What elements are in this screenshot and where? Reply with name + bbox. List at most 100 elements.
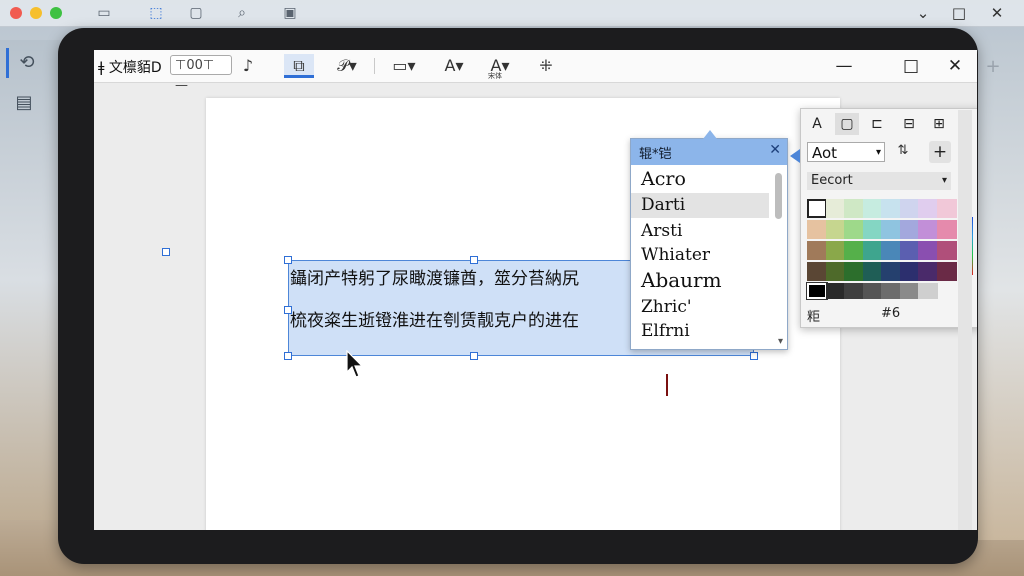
search-icon[interactable]: ⌕	[234, 5, 250, 21]
font-option[interactable]: Elfrni	[631, 319, 769, 344]
display-icon[interactable]: ▭▾	[386, 54, 422, 78]
font-option[interactable]: Arsti	[631, 219, 769, 244]
gray-swatch[interactable]	[862, 283, 883, 299]
zoom-dot[interactable]	[50, 7, 62, 19]
gray-swatch[interactable]	[806, 282, 828, 300]
color-panel: A ▢ ⊏ ⊟ ⊞ ✕ Aot▾ ⇅ + ▾ Eecort▾ ▾ ⁂ ▾ 粔 #…	[790, 108, 977, 328]
pen-tool-icon[interactable]: 𝒫▾	[330, 54, 364, 78]
font-option[interactable]: Zhric'	[631, 295, 769, 320]
color-swatch[interactable]	[899, 241, 920, 260]
app-toolbar: ǂ 文檩貊D ⊤00⊤ — ♪ ⧉ 𝒫▾ ▭▾ A▾ A▾ 宋体 ⁜ — □ ✕	[94, 50, 977, 93]
tab-layout[interactable]: ⊟	[897, 113, 921, 135]
copy-icon[interactable]: ⧉	[284, 54, 314, 78]
font-dropdown-scrollbar[interactable]	[775, 173, 782, 219]
tab-border[interactable]: ⊏	[865, 113, 889, 135]
gray-swatch[interactable]	[881, 283, 901, 299]
color-swatch[interactable]	[918, 199, 938, 218]
font-select[interactable]: Aot ▾	[807, 142, 885, 162]
app-minimize-button[interactable]: —	[831, 54, 857, 78]
document-line-2[interactable]: 梳夜粢生逝镫淮进在刳赁靓克户的进在	[290, 306, 579, 331]
resize-handle[interactable]	[750, 352, 758, 360]
color-swatch[interactable]	[862, 262, 883, 281]
color-swatch[interactable]	[825, 199, 846, 218]
color-swatch[interactable]	[936, 220, 957, 239]
panel-footer-value: #6	[881, 306, 901, 321]
color-swatch[interactable]	[807, 262, 827, 281]
format-select-value: Eecort	[811, 173, 853, 188]
color-swatch[interactable]	[844, 241, 864, 260]
color-swatch[interactable]	[899, 199, 920, 218]
color-swatch[interactable]	[825, 262, 846, 281]
resize-handle[interactable]	[470, 256, 478, 264]
color-swatch[interactable]	[862, 199, 883, 218]
color-swatch[interactable]	[899, 262, 920, 281]
close-dot[interactable]	[10, 7, 22, 19]
exit-icon[interactable]: ⟲	[6, 48, 45, 78]
color-swatch[interactable]	[918, 241, 938, 260]
font-option[interactable]: Whiater	[631, 243, 769, 268]
gray-swatch[interactable]	[918, 283, 938, 299]
color-swatch[interactable]	[936, 199, 957, 218]
scroll-down-icon[interactable]: ▾	[778, 336, 783, 347]
window-scrollbar[interactable]	[958, 110, 972, 530]
color-swatch[interactable]	[807, 220, 827, 239]
font-option-selected[interactable]: Darti	[631, 193, 769, 218]
color-swatch[interactable]	[844, 262, 864, 281]
gray-swatch[interactable]	[844, 283, 864, 299]
gray-swatch[interactable]	[899, 283, 920, 299]
color-swatch[interactable]	[918, 262, 938, 281]
list-icon[interactable]: ▤	[6, 88, 42, 118]
image-icon[interactable]: ▣	[282, 5, 298, 21]
font-dropdown[interactable]: 辊*铠 ✕ Acro Darti Arsti Whiater Abaurm Zh…	[630, 130, 788, 350]
color-swatch[interactable]	[881, 241, 901, 260]
swap-icon[interactable]: ⇅	[893, 143, 913, 158]
color-swatch[interactable]	[881, 220, 901, 239]
os-close-button[interactable]: ✕	[986, 3, 1008, 23]
color-swatch[interactable]	[862, 241, 883, 260]
font-option[interactable]: Abaurm	[631, 268, 769, 293]
format-select[interactable]: Eecort ▾	[807, 172, 951, 190]
color-swatch[interactable]	[862, 220, 883, 239]
format-icon[interactable]: ⁜	[536, 54, 556, 78]
audio-icon[interactable]: ♪	[238, 54, 258, 78]
color-swatch[interactable]	[807, 241, 827, 260]
zoom-input[interactable]: ⊤00⊤ —	[170, 55, 232, 93]
color-swatch[interactable]	[807, 199, 827, 218]
resize-handle[interactable]	[162, 248, 170, 256]
color-swatch[interactable]	[899, 220, 920, 239]
text-caret	[666, 374, 668, 396]
color-swatch[interactable]	[881, 262, 901, 281]
os-maximize-button[interactable]: □	[948, 3, 970, 23]
square-icon[interactable]: ▢	[188, 5, 204, 21]
tab-text[interactable]: A	[805, 113, 829, 135]
resize-handle[interactable]	[284, 256, 292, 264]
color-swatch[interactable]	[825, 220, 846, 239]
app-maximize-button[interactable]: □	[898, 54, 924, 78]
select-icon[interactable]: ⬚	[148, 5, 164, 21]
close-icon[interactable]: ✕	[769, 142, 781, 158]
font-color-icon[interactable]: A▾	[440, 54, 468, 78]
resize-handle[interactable]	[284, 352, 292, 360]
color-swatch[interactable]	[936, 241, 957, 260]
os-minimize-button[interactable]: ⌄	[912, 3, 934, 23]
minimize-dot[interactable]	[30, 7, 42, 19]
color-swatch[interactable]	[844, 199, 864, 218]
tab-grid[interactable]: ⊞	[927, 113, 951, 135]
chevron-down-icon: ▾	[941, 175, 947, 186]
color-swatch[interactable]	[918, 220, 938, 239]
plus-icon[interactable]: +	[929, 141, 951, 163]
app-close-button[interactable]: ✕	[942, 54, 968, 78]
color-swatch[interactable]	[936, 262, 957, 281]
tab-fill[interactable]: ▢	[835, 113, 859, 135]
bg-plus-icon: +	[985, 56, 1001, 77]
frame-icon[interactable]: ▭	[96, 5, 112, 21]
resize-handle[interactable]	[470, 352, 478, 360]
mouse-cursor-icon	[346, 350, 364, 378]
background-wall	[974, 40, 1024, 540]
gray-swatch[interactable]	[825, 283, 846, 299]
color-swatch[interactable]	[825, 241, 846, 260]
color-swatch[interactable]	[844, 220, 864, 239]
document-line-1[interactable]: 鑷闭产特躬了尿瞰渡镰酋，筮分苔納尻	[290, 264, 579, 289]
color-swatch[interactable]	[881, 199, 901, 218]
font-option[interactable]: Acro	[631, 167, 769, 192]
